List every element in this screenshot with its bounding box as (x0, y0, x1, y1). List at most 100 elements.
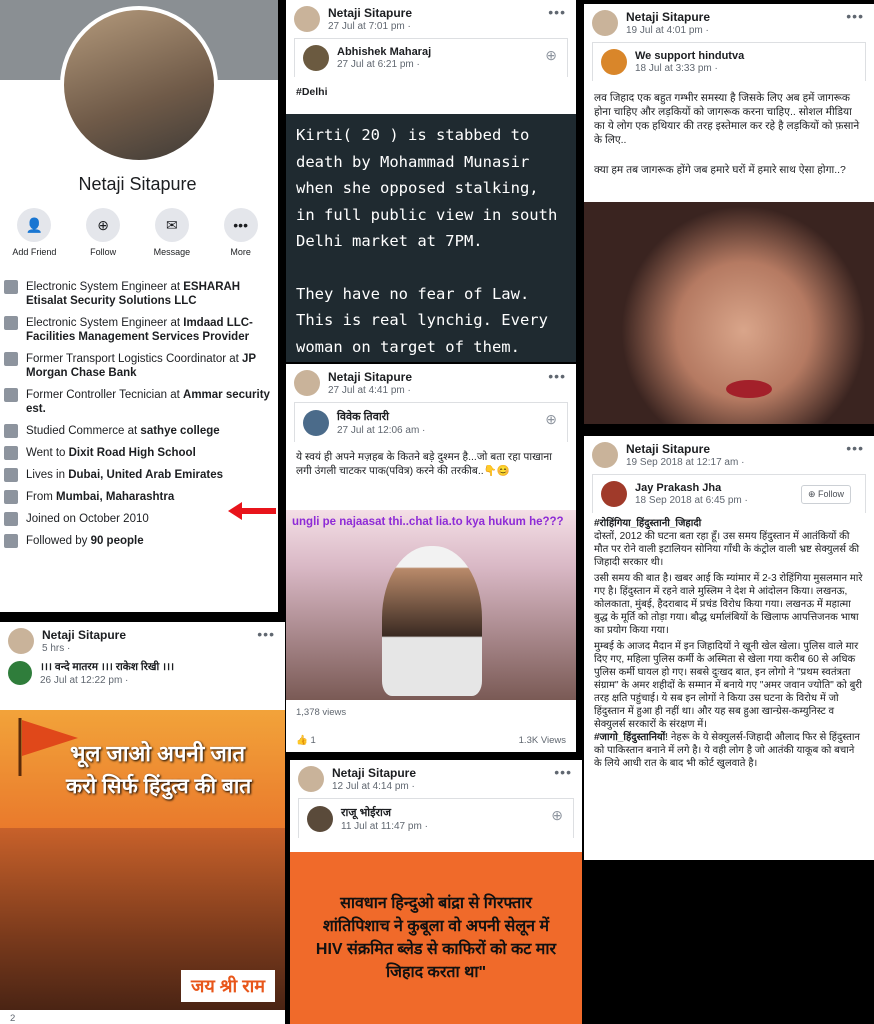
shared-author-avatar[interactable] (8, 661, 32, 685)
post-card-middle-video: Netaji Sitapure 27 Jul at 4:41 pm · ••• … (286, 364, 576, 752)
banner-text: सावधान हिन्दुओ बांद्रा से गिरफ्तार शांति… (315, 895, 557, 981)
add-friend-icon[interactable]: ⊕ (545, 47, 557, 64)
image-text-line2: करो सिर्फ हिंदुत्व की बात (66, 775, 252, 798)
shared-post-time[interactable]: 27 Jul at 12:06 am · (337, 425, 425, 436)
author-name[interactable]: Netaji Sitapure (626, 442, 744, 456)
shared-author-avatar[interactable] (601, 481, 627, 507)
author-avatar[interactable] (8, 628, 34, 654)
education-icon (4, 424, 18, 438)
post-photo[interactable] (584, 202, 874, 424)
shared-author-name[interactable]: Abhishek Maharaj (337, 46, 431, 58)
views-count[interactable]: 1.3K Views (519, 735, 566, 746)
more-button[interactable]: ••• More (211, 208, 271, 257)
post-hashtag[interactable]: #Delhi (286, 81, 576, 103)
hashtag-1[interactable]: #रोहिंगिया_हिंदुस्तानी_जिहादी (594, 517, 864, 530)
more-options-icon[interactable]: ••• (548, 368, 566, 384)
reactions-row: 👍 1 1.3K Views (286, 732, 576, 749)
more-options-icon[interactable]: ••• (846, 8, 864, 24)
shared-author-name[interactable]: राजू भोईराज (341, 805, 428, 820)
post-time[interactable]: 12 Jul at 4:14 pm · (332, 781, 416, 792)
more-options-icon[interactable]: ••• (548, 4, 566, 20)
author-name[interactable]: Netaji Sitapure (328, 370, 412, 384)
add-friend-icon[interactable]: ⊕ (545, 411, 557, 428)
more-options-icon[interactable]: ••• (846, 440, 864, 456)
messenger-icon: ✉ (154, 208, 189, 242)
shared-author-name[interactable]: ।।। वन्दे मातरम ।।। राकेश रिखी ।।। (40, 660, 174, 674)
hashtag-2[interactable]: #जागो_हिंदुस्तानियों (594, 732, 665, 743)
like-reaction[interactable]: 👍 1 (296, 735, 316, 746)
shared-author-avatar[interactable] (307, 805, 333, 832)
shared-author-avatar[interactable] (601, 49, 627, 75)
video-player[interactable]: ungli pe najaasat thi..chat lia.to kya h… (286, 510, 576, 700)
shared-author-name[interactable]: Jay Prakash Jha (635, 482, 748, 494)
quote-text: Kirti( 20 ) is stabbed to death by Moham… (296, 126, 558, 250)
video-caption: ungli pe najaasat thi..chat lia.to kya h… (292, 516, 564, 528)
work-icon (4, 352, 18, 366)
post-header: Netaji Sitapure 19 Jul at 4:01 pm · ••• (584, 4, 874, 42)
profile-panel: Netaji Sitapure 👤 Add Friend ⊕ Follow ✉ Mes… (0, 0, 278, 612)
author-name[interactable]: Netaji Sitapure (332, 766, 416, 780)
home-icon (4, 468, 18, 482)
info-item: Former Controller Tecnician at Ammar sec… (4, 388, 272, 416)
banner-image[interactable]: सावधान हिन्दुओ बांद्रा से गिरफ्तार शांति… (290, 852, 582, 1024)
post-header: Netaji Sitapure 27 Jul at 4:41 pm · ••• (286, 364, 576, 402)
author-avatar[interactable] (294, 370, 320, 396)
quote-image[interactable]: Kirti( 20 ) is stabbed to death by Moham… (286, 114, 576, 362)
more-options-icon[interactable]: ••• (554, 764, 572, 780)
author-avatar[interactable] (298, 766, 324, 792)
shared-post-time[interactable]: 26 Jul at 12:22 pm · (40, 675, 174, 686)
message-button[interactable]: ✉ Message (142, 208, 202, 257)
post-time[interactable]: 19 Jul at 4:01 pm · (626, 25, 710, 36)
author-name[interactable]: Netaji Sitapure (42, 628, 126, 642)
add-friend-button[interactable]: 👤 Add Friend (4, 208, 64, 257)
paragraph-2: उसी समय की बात है। खबर आई कि म्यांमार मे… (594, 573, 863, 636)
post-body: #रोहिंगिया_हिंदुस्तानी_जिहादी दोस्तों, 2… (584, 513, 874, 774)
shared-post-header: विवेक तिवारी 27 Jul at 12:06 am · ⊕ (294, 402, 568, 442)
work-icon (4, 280, 18, 294)
work-icon (4, 388, 18, 402)
profile-name: Netaji Sitapure (78, 174, 197, 194)
post-time[interactable]: 5 hrs · (42, 643, 126, 654)
post-card-middle-bottom: Netaji Sitapure 12 Jul at 4:14 pm · ••• … (290, 760, 582, 1024)
add-friend-icon[interactable]: ⊕ (551, 807, 563, 824)
paragraph-3: मुम्बई के आजद मैदान में इन जिहादियों ने … (594, 641, 862, 730)
photo-lips (726, 380, 772, 398)
profile-picture[interactable] (60, 6, 218, 164)
info-item: Electronic System Engineer at Imdaad LLC… (4, 316, 272, 344)
reaction-count[interactable]: 2 (10, 1013, 15, 1024)
followers-icon (4, 534, 18, 548)
follow-button[interactable]: ⊕ Follow (800, 485, 851, 504)
video-views: 1,378 views (296, 707, 347, 718)
shared-author-avatar[interactable] (303, 409, 329, 436)
post-time[interactable]: 19 Sep 2018 at 12:17 am · (626, 457, 744, 468)
shared-post-time[interactable]: 11 Jul at 11:47 pm · (341, 821, 428, 832)
shared-author-name[interactable]: We support hindutva (635, 50, 744, 62)
shared-post-time[interactable]: 18 Jul at 3:33 pm · (635, 63, 744, 74)
shared-post-time[interactable]: 18 Sep 2018 at 6:45 pm · (635, 495, 748, 506)
shared-post-header: राजू भोईराज 11 Jul at 11:47 pm · ⊕ (298, 798, 574, 838)
post-image[interactable]: भूल जाओ अपनी जात करो सिर्फ हिंदुत्व की ब… (0, 710, 285, 1010)
post-card-middle-top: Netaji Sitapure 27 Jul at 7:01 pm · ••• … (286, 0, 576, 362)
author-avatar[interactable] (294, 6, 320, 32)
post-time[interactable]: 27 Jul at 7:01 pm · (328, 21, 412, 32)
author-name[interactable]: Netaji Sitapure (328, 6, 412, 20)
post-card-right-top: Netaji Sitapure 19 Jul at 4:01 pm · ••• … (584, 4, 874, 424)
shared-author-name[interactable]: विवेक तिवारी (337, 409, 425, 424)
reactions-row: 2 (0, 1010, 25, 1024)
more-options-icon[interactable]: ••• (257, 626, 275, 642)
post-header: Netaji Sitapure 12 Jul at 4:14 pm · ••• (290, 760, 582, 798)
shared-post-header: Abhishek Maharaj 27 Jul at 6:21 pm · ⊕ (294, 38, 568, 77)
info-item-lives-in: Lives in Dubai, United Arab Emirates (4, 468, 272, 482)
author-avatar[interactable] (592, 10, 618, 36)
clock-icon (4, 512, 18, 526)
author-name[interactable]: Netaji Sitapure (626, 10, 710, 24)
post-time[interactable]: 27 Jul at 4:41 pm · (328, 385, 412, 396)
shared-post-header: We support hindutva 18 Jul at 3:33 pm · (592, 42, 866, 81)
shared-author-avatar[interactable] (303, 45, 329, 71)
follow-button[interactable]: ⊕ Follow (73, 208, 133, 257)
follow-icon: ⊕ (86, 208, 121, 242)
video-subject (382, 546, 482, 696)
author-avatar[interactable] (592, 442, 618, 468)
shared-post-time[interactable]: 27 Jul at 6:21 pm · (337, 59, 431, 70)
post-header: Netaji Sitapure 5 hrs · ••• (0, 622, 285, 660)
